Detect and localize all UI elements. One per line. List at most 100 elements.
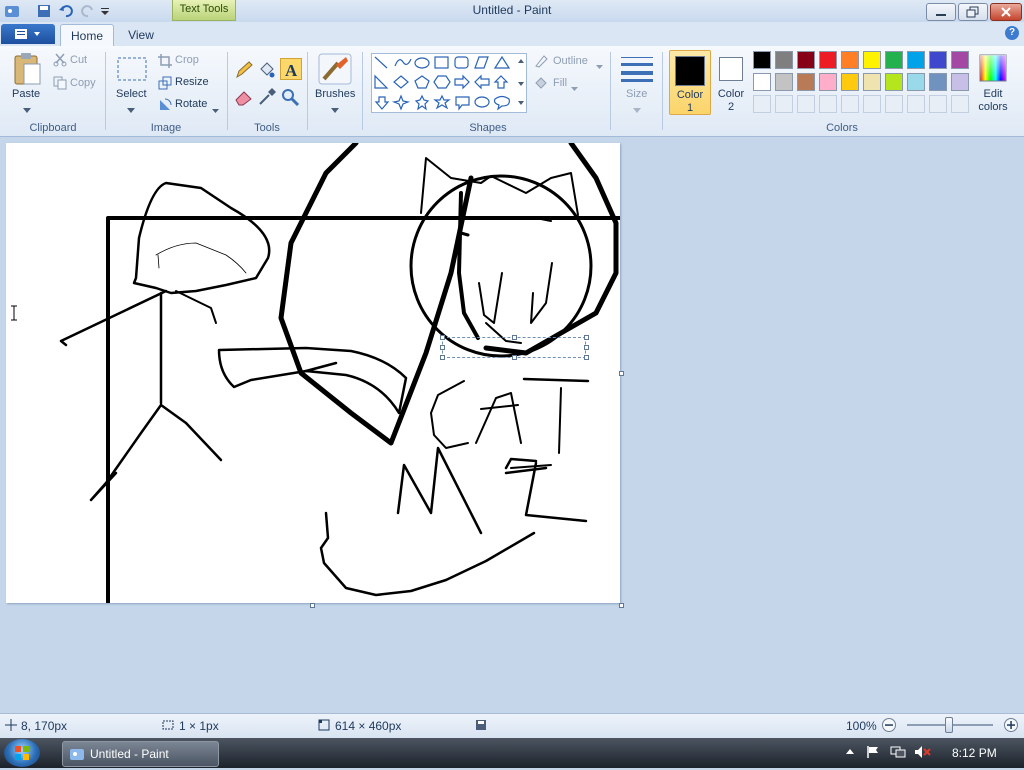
palette-custom-slot[interactable] [841, 95, 859, 113]
action-center-flag-icon[interactable] [866, 745, 880, 759]
palette-swatch[interactable] [885, 73, 903, 91]
disk-save-icon [474, 718, 488, 732]
palette-custom-slot[interactable] [797, 95, 815, 113]
fill-button[interactable]: Fill [553, 77, 567, 89]
color-picker-icon[interactable] [257, 87, 277, 107]
select-dropdown-arrow-icon[interactable] [127, 103, 135, 117]
canvas-resize-handle-bottom[interactable] [310, 603, 315, 608]
select-icon[interactable] [116, 56, 148, 82]
palette-swatch[interactable] [753, 51, 771, 69]
magnifier-icon[interactable] [280, 87, 300, 107]
zoom-slider-thumb[interactable] [945, 717, 953, 733]
network-icon[interactable] [890, 745, 906, 759]
fill-bucket-icon[interactable] [257, 60, 277, 80]
volume-muted-icon[interactable] [914, 745, 932, 759]
palette-custom-slot[interactable] [907, 95, 925, 113]
cut-icon [53, 53, 67, 67]
selection-handle[interactable] [584, 345, 589, 350]
palette-swatch[interactable] [819, 51, 837, 69]
selection-handle[interactable] [512, 355, 517, 360]
palette-custom-slot[interactable] [863, 95, 881, 113]
pencil-icon[interactable] [234, 60, 254, 80]
paste-label[interactable]: Paste [12, 88, 40, 100]
selection-handle[interactable] [440, 335, 445, 340]
selection-handle[interactable] [440, 355, 445, 360]
palette-swatch[interactable] [775, 51, 793, 69]
tab-view[interactable]: View [120, 24, 162, 46]
selection-size: 1 × 1px [179, 719, 219, 733]
rotate-button[interactable]: Rotate [175, 98, 207, 110]
palette-custom-slot[interactable] [753, 95, 771, 113]
outline-button[interactable]: Outline [553, 55, 588, 67]
select-label[interactable]: Select [116, 88, 147, 100]
palette-swatch[interactable] [907, 73, 925, 91]
palette-swatch[interactable] [753, 73, 771, 91]
start-button[interactable] [4, 739, 40, 767]
shapes-scroll-icon[interactable] [516, 55, 526, 111]
selection-handle[interactable] [512, 335, 517, 340]
restore-button[interactable] [958, 3, 988, 21]
palette-swatch[interactable] [863, 73, 881, 91]
palette-swatch[interactable] [863, 51, 881, 69]
palette-swatch[interactable] [907, 51, 925, 69]
palette-custom-slot[interactable] [819, 95, 837, 113]
palette-swatch[interactable] [951, 51, 969, 69]
edit-colors-icon[interactable] [977, 52, 1009, 84]
palette-swatch[interactable] [819, 73, 837, 91]
palette-custom-slot[interactable] [885, 95, 903, 113]
color-palette [753, 51, 973, 117]
eraser-icon[interactable] [234, 87, 254, 107]
brushes-icon[interactable] [318, 53, 352, 85]
crop-button[interactable]: Crop [175, 54, 199, 66]
palette-swatch[interactable] [885, 51, 903, 69]
palette-swatch[interactable] [775, 73, 793, 91]
paste-icon[interactable] [12, 52, 42, 88]
fill-dropdown-arrow-icon[interactable] [571, 81, 578, 95]
tab-home[interactable]: Home [60, 24, 114, 47]
edit-colors-label-line1[interactable]: Edit [975, 88, 1011, 100]
color2-button[interactable]: Color 2 [713, 50, 749, 115]
palette-swatch[interactable] [797, 51, 815, 69]
copy-button[interactable]: Copy [70, 77, 96, 89]
edit-colors-label-line2[interactable]: colors [975, 101, 1011, 113]
paint-menu-button[interactable] [1, 24, 55, 44]
selection-handle[interactable] [584, 335, 589, 340]
size-label[interactable]: Size [626, 88, 647, 100]
canvas-resize-handle-right[interactable] [619, 371, 624, 376]
drawing-canvas[interactable] [6, 140, 622, 605]
minimize-button[interactable] [926, 3, 956, 21]
taskbar-paint-button[interactable]: Untitled - Paint [62, 741, 219, 767]
selection-handle[interactable] [584, 355, 589, 360]
palette-custom-slot[interactable] [951, 95, 969, 113]
color1-button[interactable]: Color 1 [669, 50, 711, 115]
brushes-dropdown-arrow-icon[interactable] [331, 103, 339, 117]
zoom-out-icon[interactable] [881, 717, 897, 733]
zoom-level: 100% [846, 719, 877, 733]
text-tool-icon[interactable]: A [280, 58, 302, 80]
shapes-gallery[interactable] [371, 53, 527, 113]
show-hidden-icons-icon[interactable] [845, 746, 855, 758]
rotate-dropdown-arrow-icon[interactable] [212, 103, 219, 117]
size-icon[interactable] [620, 55, 654, 83]
resize-button[interactable]: Resize [175, 76, 209, 88]
palette-swatch[interactable] [929, 51, 947, 69]
close-button[interactable] [990, 3, 1022, 21]
palette-swatch[interactable] [841, 73, 859, 91]
zoom-in-icon[interactable] [1003, 717, 1019, 733]
outline-dropdown-arrow-icon[interactable] [596, 59, 603, 73]
color1-swatch [675, 56, 705, 86]
palette-swatch[interactable] [929, 73, 947, 91]
palette-swatch[interactable] [841, 51, 859, 69]
palette-custom-slot[interactable] [775, 95, 793, 113]
palette-custom-slot[interactable] [929, 95, 947, 113]
palette-swatch[interactable] [951, 73, 969, 91]
selection-handle[interactable] [440, 345, 445, 350]
brushes-label[interactable]: Brushes [315, 88, 355, 100]
canvas-resize-handle-corner[interactable] [619, 603, 624, 608]
cut-button[interactable]: Cut [70, 54, 87, 66]
paste-dropdown-arrow-icon[interactable] [23, 103, 31, 117]
palette-swatch[interactable] [797, 73, 815, 91]
help-icon[interactable]: ? [1005, 26, 1019, 40]
size-dropdown-arrow-icon[interactable] [633, 103, 641, 117]
resize-icon [158, 76, 172, 90]
